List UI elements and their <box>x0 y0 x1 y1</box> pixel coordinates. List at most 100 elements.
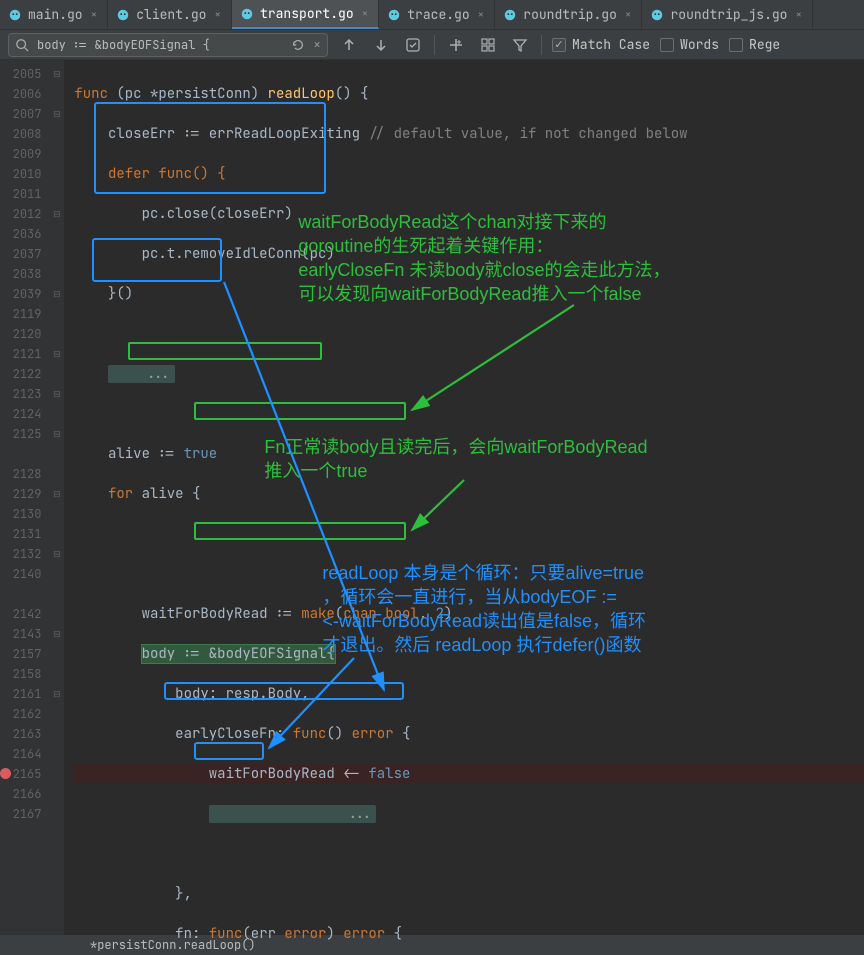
line-number: 2123 <box>0 384 41 404</box>
clear-search-icon[interactable]: × <box>313 36 321 53</box>
code-text: { <box>385 925 402 943</box>
line-number: 2006 <box>0 84 41 104</box>
close-icon[interactable]: × <box>625 8 632 22</box>
fold-toggle[interactable]: ⊟ <box>49 204 64 224</box>
fold-toggle[interactable]: ⊟ <box>49 344 64 364</box>
fold-toggle[interactable]: ⊟ <box>49 64 64 84</box>
line-number <box>0 444 41 464</box>
annotation-box <box>194 742 264 760</box>
line-number: 2120 <box>0 324 41 344</box>
tab-label: main.go <box>28 6 83 23</box>
code-text: make <box>301 605 335 623</box>
fold-toggle <box>49 664 64 684</box>
fold-toggle <box>49 784 64 804</box>
close-icon[interactable]: × <box>214 8 221 22</box>
code-text: (pc *persistConn) <box>116 85 267 103</box>
close-icon[interactable]: × <box>796 8 803 22</box>
fold-toggle <box>49 584 64 604</box>
close-icon[interactable]: × <box>478 8 485 22</box>
line-number: 2037 <box>0 244 41 264</box>
code-text: for <box>108 485 133 503</box>
line-number: 2012 <box>0 204 41 224</box>
tab-label: client.go <box>136 6 206 23</box>
code-text: , <box>419 605 436 623</box>
select-all-button[interactable] <box>402 34 424 56</box>
history-icon[interactable] <box>291 38 305 52</box>
fold-toggle <box>49 404 64 424</box>
prev-match-button[interactable] <box>338 34 360 56</box>
words-checkbox[interactable]: Words <box>660 36 719 53</box>
line-gutter: 2005200620072008200920102011201220362037… <box>0 60 49 935</box>
code-text: }, <box>74 885 192 903</box>
code-area[interactable]: func (pc *persistConn) readLoop() { clos… <box>64 60 864 935</box>
line-number <box>0 584 41 604</box>
tab-trace-go[interactable]: trace.go × <box>379 0 495 29</box>
editor: 2005200620072008200920102011201220362037… <box>0 60 864 935</box>
line-number: 2142 <box>0 604 41 624</box>
code-text: }() <box>74 285 133 303</box>
go-file-icon <box>240 7 254 21</box>
fold-toggle[interactable]: ⊟ <box>49 384 64 404</box>
folded-region[interactable]: ... <box>108 365 175 383</box>
fold-toggle[interactable]: ⊟ <box>49 684 64 704</box>
code-text <box>74 485 108 503</box>
words-label: Words <box>680 36 719 53</box>
code-text <box>74 645 141 663</box>
fold-toggle[interactable]: ⊟ <box>49 104 64 124</box>
fold-toggle[interactable]: ⊟ <box>49 284 64 304</box>
line-number: 2119 <box>0 304 41 324</box>
fold-toggle <box>49 724 64 744</box>
tab-label: trace.go <box>407 6 469 23</box>
line-number: 2166 <box>0 784 41 804</box>
fold-toggle[interactable]: ⊟ <box>49 484 64 504</box>
filter-button[interactable] <box>509 34 531 56</box>
fold-toggle <box>49 444 64 464</box>
search-input[interactable] <box>37 37 283 53</box>
fold-toggle <box>49 304 64 324</box>
code-text: readLoop <box>268 85 335 103</box>
line-number: 2143 <box>0 624 41 644</box>
match-case-checkbox[interactable]: ✓Match Case <box>552 36 650 53</box>
line-number: 2038 <box>0 264 41 284</box>
fold-toggle <box>49 764 64 784</box>
code-text: defer func() { <box>74 165 225 183</box>
line-number: 2162 <box>0 704 41 724</box>
fold-toggle <box>49 184 64 204</box>
code-text: error <box>352 725 394 743</box>
close-icon[interactable]: × <box>91 8 98 22</box>
regex-checkbox[interactable]: Rege <box>729 36 780 53</box>
tab-roundtrip-js-go[interactable]: roundtrip_js.go × <box>642 0 813 29</box>
next-match-button[interactable] <box>370 34 392 56</box>
fold-toggle[interactable]: ⊟ <box>49 544 64 564</box>
tab-main-go[interactable]: main.go × <box>0 0 108 29</box>
fold-toggle <box>49 224 64 244</box>
fold-toggle <box>49 164 64 184</box>
tab-client-go[interactable]: client.go × <box>108 0 232 29</box>
line-number: 2122 <box>0 364 41 384</box>
fold-toggle <box>49 524 64 544</box>
tab-transport-go[interactable]: transport.go × <box>232 0 379 29</box>
add-selection-button[interactable] <box>445 34 467 56</box>
match-case-label: Match Case <box>572 36 650 53</box>
line-number: 2005 <box>0 64 41 84</box>
line-number: 2008 <box>0 124 41 144</box>
code-text: true <box>184 445 218 463</box>
code-text: pc.t.removeIdleConn(pc) <box>74 245 334 263</box>
close-icon[interactable]: × <box>362 7 369 21</box>
folded-region[interactable]: ... <box>209 805 377 823</box>
fold-toggle[interactable]: ⊟ <box>49 424 64 444</box>
code-text: alive := <box>74 445 183 463</box>
line-number: 2129 <box>0 484 41 504</box>
select-occurrences-button[interactable] <box>477 34 499 56</box>
go-file-icon <box>116 8 130 22</box>
fold-toggle[interactable]: ⊟ <box>49 624 64 644</box>
tab-roundtrip-go[interactable]: roundtrip.go × <box>495 0 642 29</box>
line-number: 2161 <box>0 684 41 704</box>
code-text: error <box>284 925 326 943</box>
fold-column: ⊟ ⊟ ⊟ ⊟ ⊟ ⊟ ⊟ ⊟ ⊟ ⊟ ⊟ <box>49 60 64 935</box>
go-file-icon <box>503 8 517 22</box>
code-text: { <box>394 725 411 743</box>
tab-label: transport.go <box>260 5 354 22</box>
fold-toggle <box>49 564 64 584</box>
fold-toggle <box>49 144 64 164</box>
